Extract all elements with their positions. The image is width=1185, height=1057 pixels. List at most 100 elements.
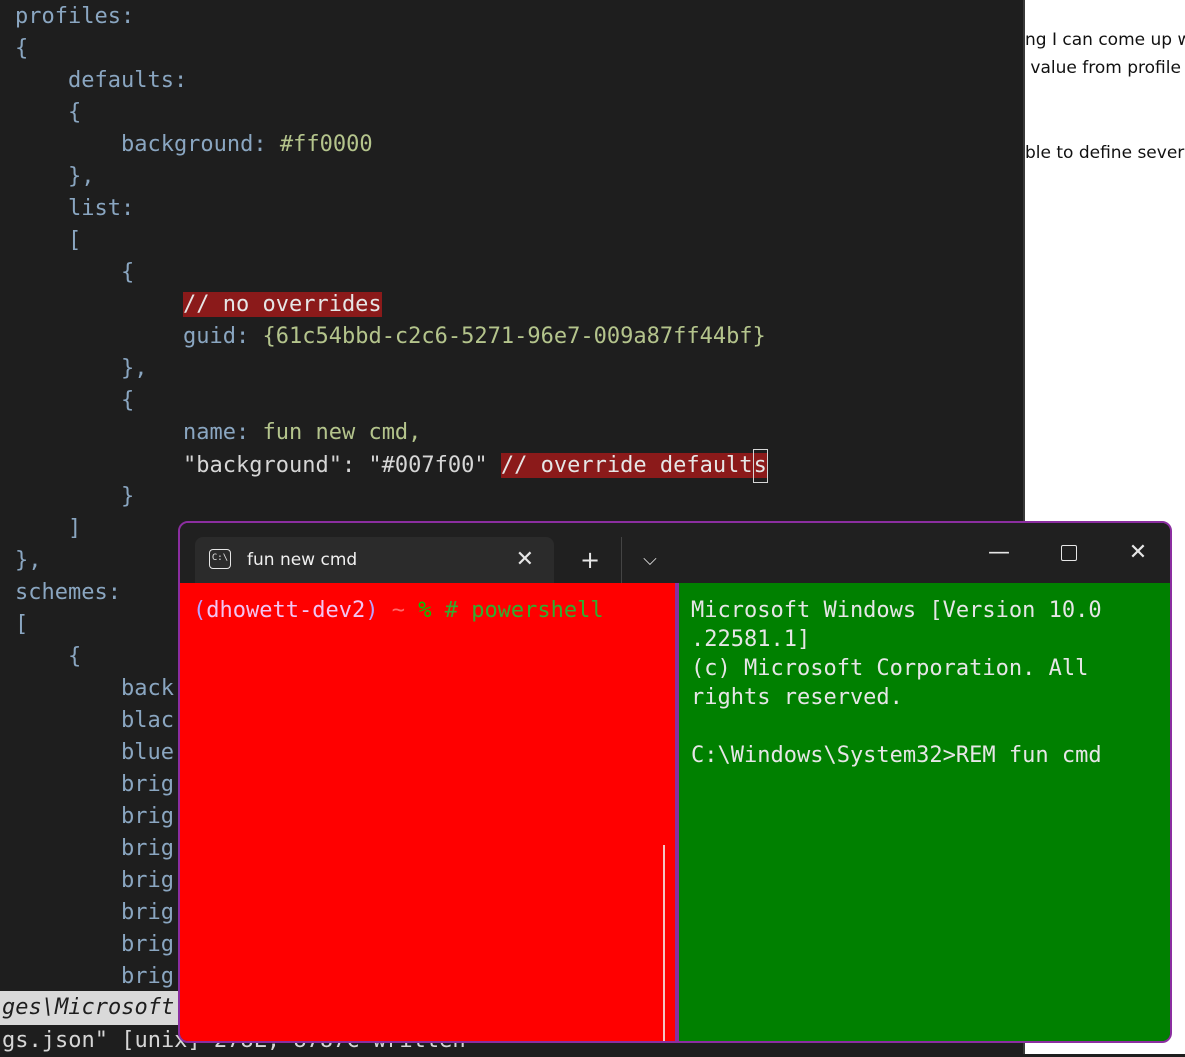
code-token: { bbox=[15, 260, 135, 285]
code-token: brig bbox=[15, 836, 174, 861]
code-token: name: bbox=[183, 420, 263, 445]
status-file-path: ges\Microsoft bbox=[2, 995, 175, 1020]
title-bar[interactable]: C:\ fun new cmd ✕ + ⌵ — ✕ bbox=[180, 523, 1170, 583]
chevron-down-icon[interactable]: ⌵ bbox=[630, 537, 670, 583]
code-line: } bbox=[15, 481, 134, 513]
code-comment: // no overrides bbox=[183, 292, 382, 317]
code-line: blac bbox=[15, 705, 174, 737]
code-token: }, bbox=[15, 356, 148, 381]
code-line: profiles: bbox=[15, 1, 134, 33]
code-token: schemes: bbox=[15, 580, 121, 605]
new-tab-button[interactable]: + bbox=[570, 537, 610, 583]
prompt-symbol: % bbox=[418, 598, 445, 623]
code-token: brig bbox=[15, 900, 174, 925]
code-line: brig bbox=[15, 929, 174, 961]
code-line: schemes: bbox=[15, 577, 121, 609]
code-token: } bbox=[15, 484, 135, 509]
code-line: brig bbox=[15, 865, 174, 897]
code-token: blac bbox=[15, 708, 174, 733]
code-token: {61c54bbd-c2c6-5271-96e7-009a87ff44bf} bbox=[262, 324, 766, 349]
code-line: { bbox=[15, 97, 81, 129]
doc-text-line: value from profile bbox=[1025, 58, 1181, 78]
doc-text-line: ng I can come up w bbox=[1025, 30, 1185, 50]
maximize-icon bbox=[1061, 545, 1077, 561]
cmd-icon: C:\ bbox=[209, 549, 231, 569]
code-token: brig bbox=[15, 772, 174, 797]
code-line: { bbox=[15, 385, 134, 417]
code-line: brig bbox=[15, 897, 174, 929]
minimize-button[interactable]: — bbox=[965, 523, 1033, 583]
code-token: "background": "#007f00" bbox=[183, 453, 501, 478]
code-line: }, bbox=[15, 353, 148, 385]
code-token: }, bbox=[15, 164, 95, 189]
tab-fun-new-cmd[interactable]: C:\ fun new cmd ✕ bbox=[195, 537, 554, 583]
code-token: [ bbox=[15, 612, 29, 637]
code-line: guid: {61c54bbd-c2c6-5271-96e7-009a87ff4… bbox=[183, 321, 766, 353]
code-line: brig bbox=[15, 961, 174, 993]
code-line: brig bbox=[15, 801, 174, 833]
code-token: }, bbox=[15, 548, 42, 573]
code-token: guid: bbox=[183, 324, 263, 349]
code-line: }, bbox=[15, 161, 95, 193]
code-line: name: fun new cmd, bbox=[183, 417, 421, 449]
code-token: #ff0000 bbox=[279, 132, 373, 157]
code-line: brig bbox=[15, 833, 174, 865]
output-line: rights reserved. bbox=[691, 685, 903, 710]
code-token: { bbox=[15, 644, 82, 669]
code-line: brig bbox=[15, 769, 174, 801]
code-token: defaults: bbox=[15, 68, 188, 93]
close-window-button[interactable]: ✕ bbox=[1104, 523, 1170, 583]
code-token: [ bbox=[15, 228, 82, 253]
code-line: { bbox=[15, 257, 134, 289]
code-line: }, bbox=[15, 545, 42, 577]
terminal-window[interactable]: C:\ fun new cmd ✕ + ⌵ — ✕ (dhowett-dev2)… bbox=[178, 521, 1172, 1043]
code-line: blue bbox=[15, 737, 174, 769]
code-line: { bbox=[15, 33, 28, 65]
code-line: back bbox=[15, 673, 174, 705]
divider bbox=[621, 537, 622, 583]
code-token: ] bbox=[15, 516, 82, 541]
code-line: list: bbox=[15, 193, 134, 225]
code-token: profiles: bbox=[15, 4, 135, 29]
prompt-line: (dhowett-dev2) ~ % # powershell bbox=[193, 596, 604, 625]
prompt-paren: ) bbox=[365, 598, 379, 623]
output-line: Microsoft Windows [Version 10.0 bbox=[691, 598, 1102, 623]
scrollbar[interactable] bbox=[663, 845, 665, 1041]
text-cursor: s bbox=[752, 449, 768, 483]
code-token: fun new cmd, bbox=[262, 420, 422, 445]
code-token: background: bbox=[15, 132, 280, 157]
code-token: list: bbox=[15, 196, 135, 221]
doc-text-line: ble to define severa bbox=[1025, 143, 1185, 163]
prompt-host: dhowett-dev2 bbox=[206, 598, 366, 623]
output-line: (c) Microsoft Corporation. All bbox=[691, 656, 1089, 681]
code-token: brig bbox=[15, 932, 174, 957]
tab-close-icon[interactable]: ✕ bbox=[516, 537, 534, 583]
prompt-command: # powershell bbox=[444, 598, 604, 623]
prompt-arrow: ~ bbox=[378, 598, 419, 623]
maximize-button[interactable] bbox=[1035, 523, 1103, 583]
prompt-paren: ( bbox=[193, 598, 207, 623]
terminal-pane-right[interactable]: Microsoft Windows [Version 10.0 .22581.1… bbox=[679, 583, 1170, 1041]
code-token: brig bbox=[15, 964, 174, 989]
code-line: defaults: bbox=[15, 65, 187, 97]
code-token: { bbox=[15, 100, 82, 125]
code-comment-text: // override default bbox=[500, 453, 753, 478]
code-comment: // override defaults bbox=[500, 449, 768, 483]
code-token: back bbox=[15, 676, 174, 701]
code-token: blue bbox=[15, 740, 174, 765]
tab-label: fun new cmd bbox=[247, 550, 358, 570]
code-line: "background": "#007f00" // override defa… bbox=[183, 449, 768, 483]
code-line: ] bbox=[15, 513, 81, 545]
code-line: [ bbox=[15, 225, 81, 257]
code-line: background: #ff0000 bbox=[15, 129, 373, 161]
code-token: { bbox=[15, 388, 135, 413]
output-line: C:\Windows\System32>REM fun cmd bbox=[691, 743, 1102, 768]
output-line: .22581.1] bbox=[691, 627, 811, 652]
code-line: [ bbox=[15, 609, 28, 641]
terminal-pane-left[interactable]: (dhowett-dev2) ~ % # powershell bbox=[180, 583, 675, 1041]
code-token: brig bbox=[15, 804, 174, 829]
code-token: { bbox=[15, 36, 29, 61]
code-line: { bbox=[15, 641, 81, 673]
code-token: brig bbox=[15, 868, 174, 893]
code-line: // no overrides bbox=[183, 289, 382, 321]
